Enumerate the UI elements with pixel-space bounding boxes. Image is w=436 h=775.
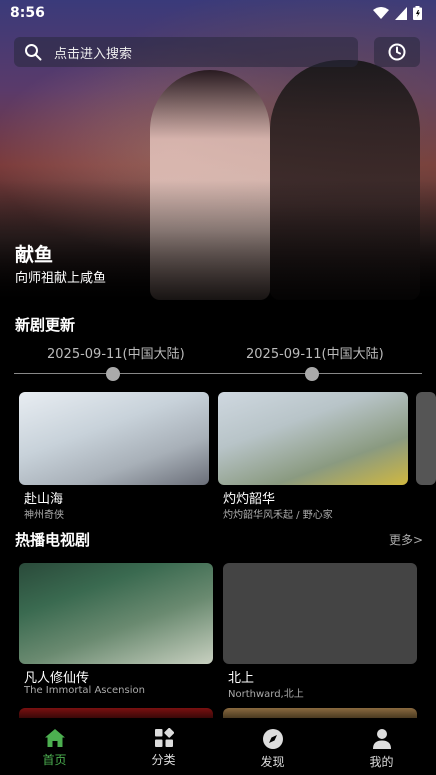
timeline-date: 2025-09-11(中国大陆) bbox=[246, 347, 384, 362]
search-placeholder: 点击进入搜索 bbox=[54, 46, 133, 62]
category-icon bbox=[154, 728, 174, 747]
nav-item-mine[interactable]: 我的 bbox=[327, 718, 436, 775]
more-link[interactable]: 更多> bbox=[389, 531, 423, 548]
hot-tv-title: 热播电视剧 bbox=[15, 531, 91, 549]
poster-image bbox=[19, 563, 213, 664]
card-title: 凡人修仙传 bbox=[24, 671, 90, 686]
poster-image bbox=[19, 392, 209, 485]
timeline-dot bbox=[106, 367, 120, 381]
nav-label: 我的 bbox=[369, 755, 394, 769]
card-subtitle: The Immortal Ascension bbox=[24, 685, 145, 696]
poster-image bbox=[223, 708, 417, 718]
card-subtitle: 灼灼韶华风禾起 / 野心家 bbox=[223, 510, 333, 521]
new-updates-title: 新剧更新 bbox=[15, 316, 76, 334]
user-icon bbox=[372, 729, 391, 749]
history-button[interactable] bbox=[374, 37, 420, 67]
compass-icon bbox=[262, 729, 283, 749]
card-subtitle: Northward,北上 bbox=[228, 689, 304, 700]
timeline-line bbox=[14, 373, 422, 374]
timeline-date: 2025-09-11(中国大陆) bbox=[47, 347, 185, 362]
poster-image bbox=[416, 392, 436, 485]
nav-item-home[interactable]: 首页 bbox=[0, 718, 109, 775]
nav-item-discover[interactable]: 发现 bbox=[218, 718, 327, 775]
clock-icon bbox=[388, 43, 406, 61]
card-title: 赴山海 bbox=[24, 492, 64, 507]
timeline-dot bbox=[305, 367, 319, 381]
hero-title: 献鱼 bbox=[15, 244, 54, 266]
signal-icon bbox=[395, 6, 407, 20]
status-time: 8:56 bbox=[10, 5, 45, 21]
card-title: 北上 bbox=[228, 671, 255, 686]
home-icon bbox=[44, 729, 65, 747]
search-icon bbox=[25, 44, 42, 61]
poster-image bbox=[19, 708, 213, 718]
nav-label: 分类 bbox=[151, 753, 176, 767]
update-timeline: 2025-09-11(中国大陆) 2025-09-11(中国大陆) bbox=[14, 340, 422, 381]
hero-subtitle: 向师祖献上咸鱼 bbox=[15, 271, 107, 286]
poster-placeholder bbox=[223, 563, 417, 664]
nav-label: 发现 bbox=[260, 755, 285, 769]
poster-image bbox=[218, 392, 408, 485]
battery-icon bbox=[413, 6, 422, 20]
nav-item-category[interactable]: 分类 bbox=[109, 718, 218, 775]
bottom-nav: 首页 分类 发现 我的 bbox=[0, 718, 436, 775]
status-icons bbox=[373, 6, 422, 20]
status-bar: 8:56 bbox=[0, 0, 436, 26]
card-title: 灼灼韶华 bbox=[223, 492, 276, 507]
wifi-icon bbox=[373, 6, 389, 19]
card-subtitle: 神州奇侠 bbox=[24, 510, 64, 521]
search-bar[interactable]: 点击进入搜索 bbox=[14, 37, 358, 67]
nav-label: 首页 bbox=[42, 753, 67, 767]
